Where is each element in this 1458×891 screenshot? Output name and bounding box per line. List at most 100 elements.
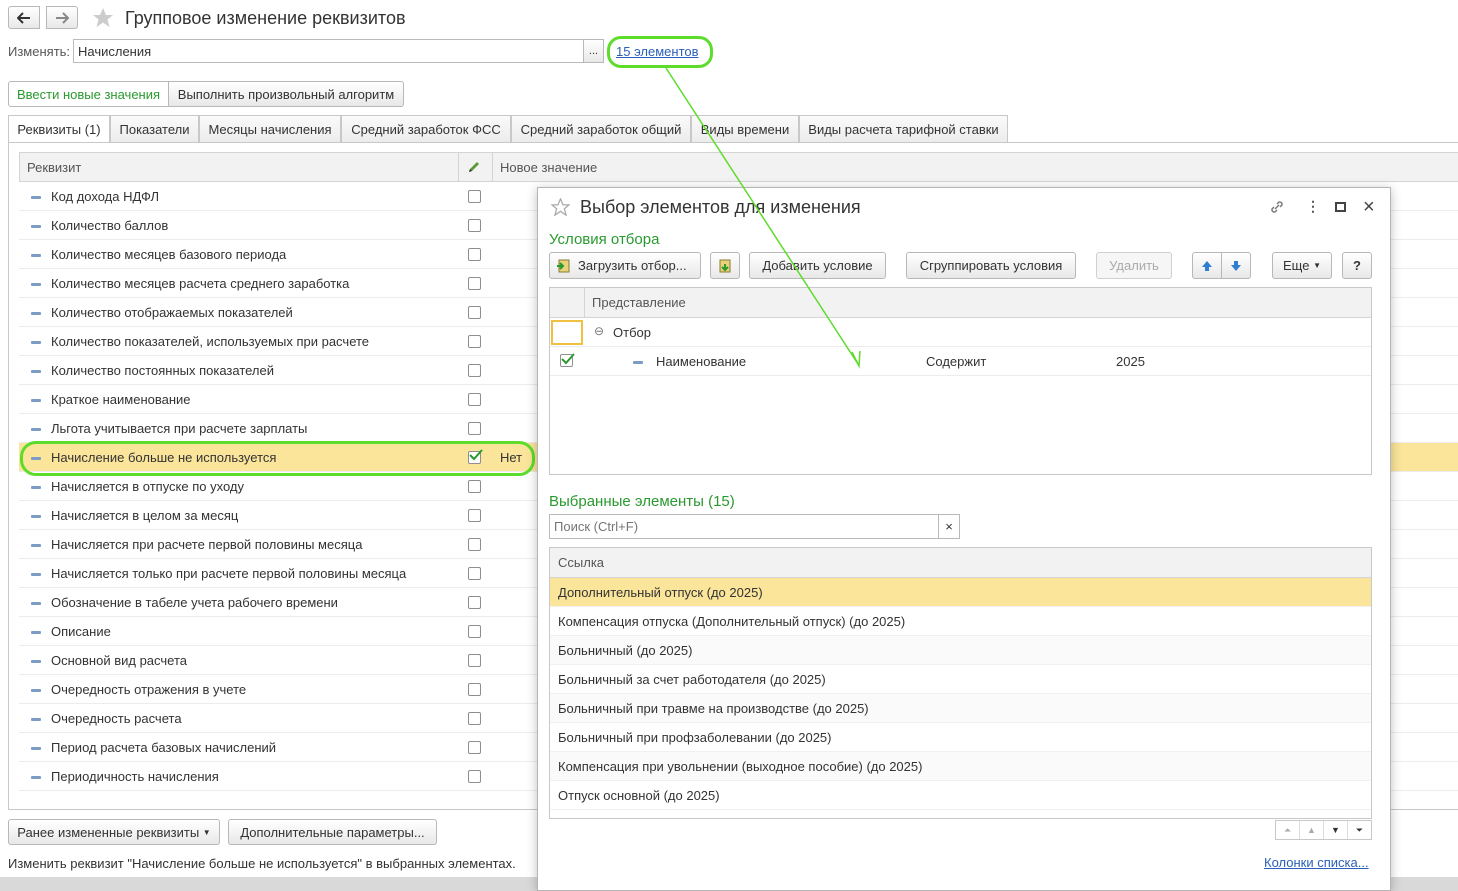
grid-header-attribute: Реквизит — [27, 160, 82, 175]
list-header: Ссылка — [550, 548, 1371, 578]
tab-tariff-calc-types[interactable]: Виды расчета тарифной ставки — [799, 115, 1008, 142]
arrow-left-icon — [17, 11, 30, 24]
filter-condition-row[interactable]: Наименование Содержит 2025 — [550, 347, 1371, 376]
back-button[interactable] — [8, 6, 40, 29]
selected-list-item[interactable]: Дополнительный отпуск (до 2025) — [550, 578, 1371, 607]
tab-avg-earnings-general[interactable]: Средний заработок общий — [511, 115, 691, 142]
search-clear-button[interactable]: × — [938, 514, 960, 539]
selected-list-item[interactable]: Больничный (до 2025) — [550, 636, 1371, 665]
attribute-checkbox[interactable] — [468, 741, 481, 754]
favorite-star-icon[interactable] — [92, 7, 114, 28]
attribute-dash-icon — [31, 312, 41, 315]
attribute-checkbox[interactable] — [468, 683, 481, 696]
scroll-top-icon[interactable]: ⏶ — [1276, 821, 1300, 839]
move-up-button[interactable] — [1192, 252, 1222, 279]
attribute-label: Основной вид расчета — [51, 653, 187, 668]
tab-accrual-months[interactable]: Месяцы начисления — [199, 115, 341, 142]
attribute-label: Количество отображаемых показателей — [51, 305, 293, 320]
tab-avg-earnings-fss[interactable]: Средний заработок ФСС — [341, 115, 511, 142]
group-conditions-button[interactable]: Сгруппировать условия — [906, 252, 1076, 279]
arrow-right-icon — [56, 11, 69, 24]
attribute-dash-icon — [31, 254, 41, 257]
attribute-dash-icon — [31, 747, 41, 750]
attribute-dash-icon — [31, 370, 41, 373]
list-nav: ⏶ ▲ ▼ ⏷ — [1275, 820, 1372, 840]
attribute-dash-icon — [31, 631, 41, 634]
tab-attributes[interactable]: Реквизиты (1) — [8, 115, 110, 143]
attribute-checkbox[interactable] — [468, 248, 481, 261]
select-object-button[interactable]: ... — [583, 39, 604, 63]
delete-button[interactable]: Удалить — [1096, 252, 1172, 279]
attribute-checkbox[interactable] — [468, 509, 481, 522]
attribute-dash-icon — [31, 544, 41, 547]
selected-list-item[interactable]: Больничный при травме на производстве (д… — [550, 694, 1371, 723]
filter-header-presentation: Представление — [592, 295, 686, 310]
attribute-checkbox[interactable] — [468, 306, 481, 319]
dialog-star-icon[interactable] — [551, 198, 570, 216]
change-input[interactable]: Начисления — [73, 39, 584, 63]
attribute-dash-icon — [31, 486, 41, 489]
list-columns-link[interactable]: Колонки списка... — [1264, 855, 1369, 870]
add-condition-button[interactable]: Добавить условие — [749, 252, 886, 279]
previous-changed-button[interactable]: Ранее измененные реквизиты ▼ — [8, 819, 220, 845]
scroll-up-icon[interactable]: ▲ — [1300, 821, 1324, 839]
tab-time-types[interactable]: Виды времени — [691, 115, 799, 142]
attribute-checkbox[interactable] — [468, 567, 481, 580]
more-menu-button[interactable]: Еще ▼ — [1272, 252, 1332, 279]
link-icon[interactable] — [1269, 199, 1285, 215]
attribute-checkbox[interactable] — [468, 364, 481, 377]
mode-algorithm-button[interactable]: Выполнить произвольный алгоритм — [168, 81, 404, 107]
annotation-circle-row — [20, 441, 535, 476]
more-actions-icon[interactable]: ⋮ — [1306, 198, 1320, 215]
load-filter-button[interactable]: Загрузить отбор... — [549, 252, 701, 279]
attribute-label: Количество показателей, используемых при… — [51, 334, 370, 349]
selected-list-item[interactable]: Отпуск основной (до 2025) — [550, 781, 1371, 810]
attribute-checkbox[interactable] — [468, 538, 481, 551]
attribute-dash-icon — [31, 602, 41, 605]
attribute-checkbox[interactable] — [468, 277, 481, 290]
attribute-checkbox[interactable] — [468, 393, 481, 406]
tab-indicators[interactable]: Показатели — [110, 115, 199, 142]
window-title: Групповое изменение реквизитов — [125, 8, 406, 28]
scroll-bottom-icon[interactable]: ⏷ — [1348, 821, 1371, 839]
attribute-checkbox[interactable] — [468, 712, 481, 725]
attribute-checkbox[interactable] — [468, 422, 481, 435]
save-filter-button[interactable] — [710, 252, 740, 279]
selected-item-label: Отпуск основной (до 2025) — [558, 788, 720, 803]
forward-button[interactable] — [46, 6, 78, 29]
attribute-label: Количество постоянных показателей — [51, 363, 274, 378]
attribute-checkbox[interactable] — [468, 596, 481, 609]
attribute-checkbox[interactable] — [468, 654, 481, 667]
attribute-checkbox[interactable] — [468, 335, 481, 348]
search-input[interactable] — [549, 514, 939, 539]
attribute-checkbox[interactable] — [468, 219, 481, 232]
attribute-label: Краткое наименование — [51, 392, 191, 407]
move-down-button[interactable] — [1221, 252, 1251, 279]
mode-new-values-button[interactable]: Ввести новые значения — [8, 81, 169, 107]
extra-params-button[interactable]: Дополнительные параметры... — [228, 819, 437, 845]
attribute-checkbox[interactable] — [468, 480, 481, 493]
filter-section-title: Условия отбора — [549, 231, 660, 248]
attribute-dash-icon — [31, 718, 41, 721]
filter-field: Наименование — [656, 354, 747, 369]
attribute-label: Количество баллов — [51, 218, 169, 233]
scroll-down-icon[interactable]: ▼ — [1324, 821, 1348, 839]
attribute-label: Период расчета базовых начислений — [51, 740, 277, 755]
close-icon[interactable]: × — [1363, 196, 1375, 219]
maximize-icon[interactable] — [1335, 202, 1346, 212]
save-filter-icon — [719, 259, 731, 272]
selected-list-item[interactable]: Больничный при профзаболевании (до 2025) — [550, 723, 1371, 752]
filter-root-row[interactable]: ⊖ Отбор — [550, 318, 1371, 347]
selected-list-item[interactable]: Больничный за счет работодателя (до 2025… — [550, 665, 1371, 694]
selected-list-item[interactable]: Компенсация отпуска (Дополнительный отпу… — [550, 607, 1371, 636]
selected-item-label: Больничный за счет работодателя (до 2025… — [558, 672, 826, 687]
attribute-checkbox[interactable] — [468, 625, 481, 638]
selected-list-item[interactable]: Компенсация при увольнении (выходное пос… — [550, 752, 1371, 781]
chevron-down-icon: ▼ — [202, 827, 211, 837]
elements-count-link[interactable]: 15 элементов — [616, 44, 699, 59]
collapse-icon[interactable]: ⊖ — [594, 324, 604, 338]
help-button[interactable]: ? — [1342, 252, 1372, 279]
attribute-checkbox[interactable] — [468, 770, 481, 783]
attribute-label: Обозначение в табеле учета рабочего врем… — [51, 595, 338, 610]
attribute-checkbox[interactable] — [468, 190, 481, 203]
